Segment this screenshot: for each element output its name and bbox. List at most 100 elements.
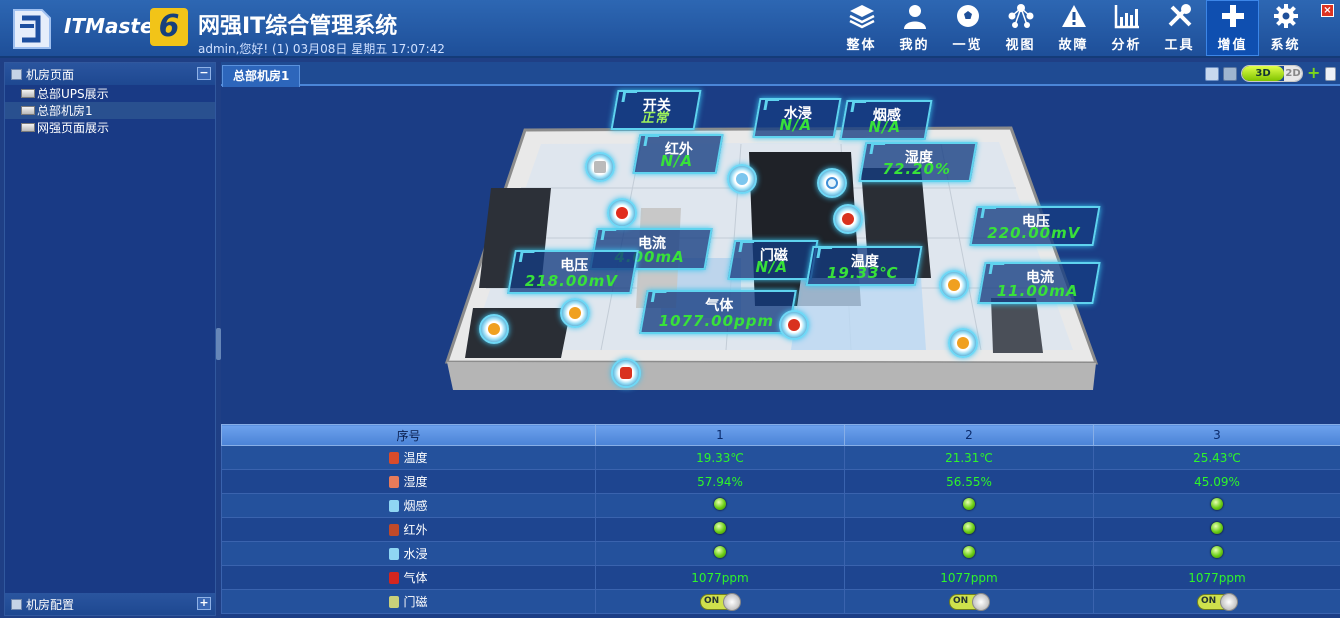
column-header[interactable]: 2 bbox=[844, 424, 1094, 446]
tree-item-ups[interactable]: 总部UPS展示 bbox=[5, 85, 215, 102]
nav-label: 整体 bbox=[846, 38, 877, 53]
table-row[interactable]: 红外 bbox=[221, 517, 1340, 542]
column-header[interactable]: 序号 bbox=[221, 424, 596, 446]
door-switch[interactable]: ON bbox=[949, 592, 990, 611]
football-icon bbox=[956, 5, 979, 27]
sensor-gas[interactable]: 气体 1077.00ppm bbox=[639, 290, 797, 334]
switch-label: ON bbox=[953, 595, 969, 606]
gauge-pin-icon[interactable] bbox=[948, 328, 978, 358]
smoke-pin-icon[interactable] bbox=[817, 168, 847, 198]
collapse-icon[interactable]: − bbox=[197, 67, 211, 80]
add-icon[interactable]: + bbox=[1307, 64, 1321, 81]
sensor-smoke[interactable]: 烟感 N/A bbox=[839, 100, 933, 140]
sensor-door[interactable]: 门磁 N/A bbox=[727, 240, 819, 280]
table-row[interactable]: 温度 19.33℃ 21.31℃ 25.43℃ bbox=[221, 445, 1340, 470]
room-3d-view: 开关 正常 水浸 N/A 烟感 N/A 红外 N/A 湿度 72.20% 电压 … bbox=[221, 88, 1340, 424]
sensor-temperature[interactable]: 温度 19.33℃ bbox=[805, 246, 923, 286]
door-switch[interactable]: ON bbox=[1197, 592, 1238, 611]
gear-icon bbox=[1273, 4, 1298, 28]
switch-knob bbox=[1220, 592, 1238, 611]
logo-icon bbox=[13, 9, 51, 49]
value-cell: 57.94% bbox=[595, 469, 845, 494]
gauge-pin-icon[interactable] bbox=[560, 298, 590, 328]
nav-fault[interactable]: 故障 bbox=[1047, 0, 1100, 56]
table-row[interactable]: 气体 1077ppm 1077ppm 1077ppm bbox=[221, 565, 1340, 590]
nav-mine[interactable]: 我的 bbox=[888, 0, 941, 56]
nav-label: 系统 bbox=[1270, 38, 1301, 53]
sensor-value: N/A bbox=[660, 152, 694, 170]
row-label: 红外 bbox=[403, 523, 428, 537]
row-label-cell: 烟感 bbox=[221, 493, 596, 518]
row-label-cell: 气体 bbox=[221, 565, 596, 590]
sensor-type-icon bbox=[389, 524, 400, 536]
row-label-cell: 红外 bbox=[221, 517, 596, 542]
nav-analysis[interactable]: 分析 bbox=[1100, 0, 1153, 56]
nav-value-added[interactable]: 增值 bbox=[1206, 0, 1259, 56]
view-2d-option[interactable]: 2D bbox=[1284, 66, 1302, 81]
thermometer-pin-icon[interactable] bbox=[779, 310, 809, 340]
user-icon bbox=[903, 5, 926, 29]
sensor-voltage-right[interactable]: 电压 220.00mV bbox=[969, 206, 1101, 246]
thermometer-pin-icon[interactable] bbox=[833, 204, 863, 234]
nav-view[interactable]: 视图 bbox=[994, 0, 1047, 56]
sensor-switch[interactable]: 开关 正常 bbox=[610, 90, 702, 130]
view-tools: 3D 2D + bbox=[1205, 64, 1336, 82]
close-button[interactable]: × bbox=[1321, 4, 1334, 17]
switch-pin-icon[interactable] bbox=[585, 152, 615, 182]
sensor-value: N/A bbox=[779, 116, 813, 134]
switch-cell: ON bbox=[595, 589, 845, 614]
row-label: 气体 bbox=[403, 571, 428, 585]
nav-overall[interactable]: 整体 bbox=[835, 0, 888, 56]
sensor-value: N/A bbox=[868, 118, 902, 136]
status-cell bbox=[595, 493, 845, 518]
switch-label: ON bbox=[1201, 595, 1217, 606]
sidebar: 机房页面 − 总部UPS展示 总部机房1 网强页面展示 机房配置 + bbox=[4, 62, 216, 616]
nav-overview[interactable]: 一览 bbox=[941, 0, 994, 56]
switch-knob bbox=[972, 592, 990, 611]
print-icon[interactable] bbox=[1223, 66, 1237, 81]
column-header[interactable]: 1 bbox=[595, 424, 845, 446]
sensor-water[interactable]: 水浸 N/A bbox=[752, 98, 842, 138]
water-pin-icon[interactable] bbox=[727, 164, 757, 194]
sensor-current-right[interactable]: 电流 11.00mA bbox=[977, 262, 1101, 304]
nav-label: 工具 bbox=[1164, 38, 1195, 53]
view-toggle[interactable]: 3D 2D bbox=[1241, 65, 1303, 82]
sensor-type-icon bbox=[389, 596, 400, 608]
tree-item-label: 总部机房1 bbox=[37, 104, 93, 118]
panel-rooms-header[interactable]: 机房页面 − bbox=[5, 63, 215, 85]
status-ok-icon bbox=[963, 522, 975, 534]
sensor-humidity[interactable]: 湿度 72.20% bbox=[858, 142, 978, 182]
table-row[interactable]: 水浸 bbox=[221, 541, 1340, 566]
sensor-infrared[interactable]: 红外 N/A bbox=[632, 134, 724, 174]
table-header-row: 序号 1 2 3 bbox=[221, 424, 1340, 446]
status-cell bbox=[1093, 541, 1340, 566]
sensor-type-icon bbox=[389, 476, 400, 488]
table-row[interactable]: 烟感 bbox=[221, 493, 1340, 518]
document-icon[interactable] bbox=[1325, 66, 1336, 81]
tree-item-room1[interactable]: 总部机房1 bbox=[5, 102, 215, 119]
server-icon bbox=[21, 123, 35, 132]
door-switch[interactable]: ON bbox=[700, 592, 741, 611]
status-ok-icon bbox=[1211, 546, 1223, 558]
alarm-pin-icon[interactable] bbox=[607, 198, 637, 228]
sensor-value: 1077.00ppm bbox=[658, 312, 775, 330]
view-3d-option[interactable]: 3D bbox=[1242, 66, 1284, 81]
tab-room1[interactable]: 总部机房1 bbox=[222, 65, 301, 87]
tree-item-page[interactable]: 网强页面展示 bbox=[5, 119, 215, 136]
main-nav: 整体 我的 一览 视图 故障 分析 工具 增值 系统 bbox=[835, 0, 1312, 56]
sensor-value: 218.00mV bbox=[524, 272, 618, 290]
table-row[interactable]: 门磁 ON ON ON bbox=[221, 589, 1340, 614]
nav-tools[interactable]: 工具 bbox=[1153, 0, 1206, 56]
column-header[interactable]: 3 bbox=[1093, 424, 1340, 446]
expand-icon[interactable]: + bbox=[197, 597, 211, 610]
panel-config-header[interactable]: 机房配置 + bbox=[5, 593, 215, 615]
gauge-pin-icon[interactable] bbox=[939, 270, 969, 300]
nav-label: 故障 bbox=[1058, 38, 1089, 53]
gauge-pin-icon[interactable] bbox=[479, 314, 509, 344]
warning-icon bbox=[1061, 5, 1086, 27]
nav-system[interactable]: 系统 bbox=[1259, 0, 1312, 56]
sensor-voltage-left[interactable]: 电压 218.00mV bbox=[507, 250, 639, 294]
extinguisher-pin-icon[interactable] bbox=[611, 358, 641, 388]
table-row[interactable]: 湿度 57.94% 56.55% 45.09% bbox=[221, 469, 1340, 494]
monitor-icon[interactable] bbox=[1205, 66, 1219, 81]
